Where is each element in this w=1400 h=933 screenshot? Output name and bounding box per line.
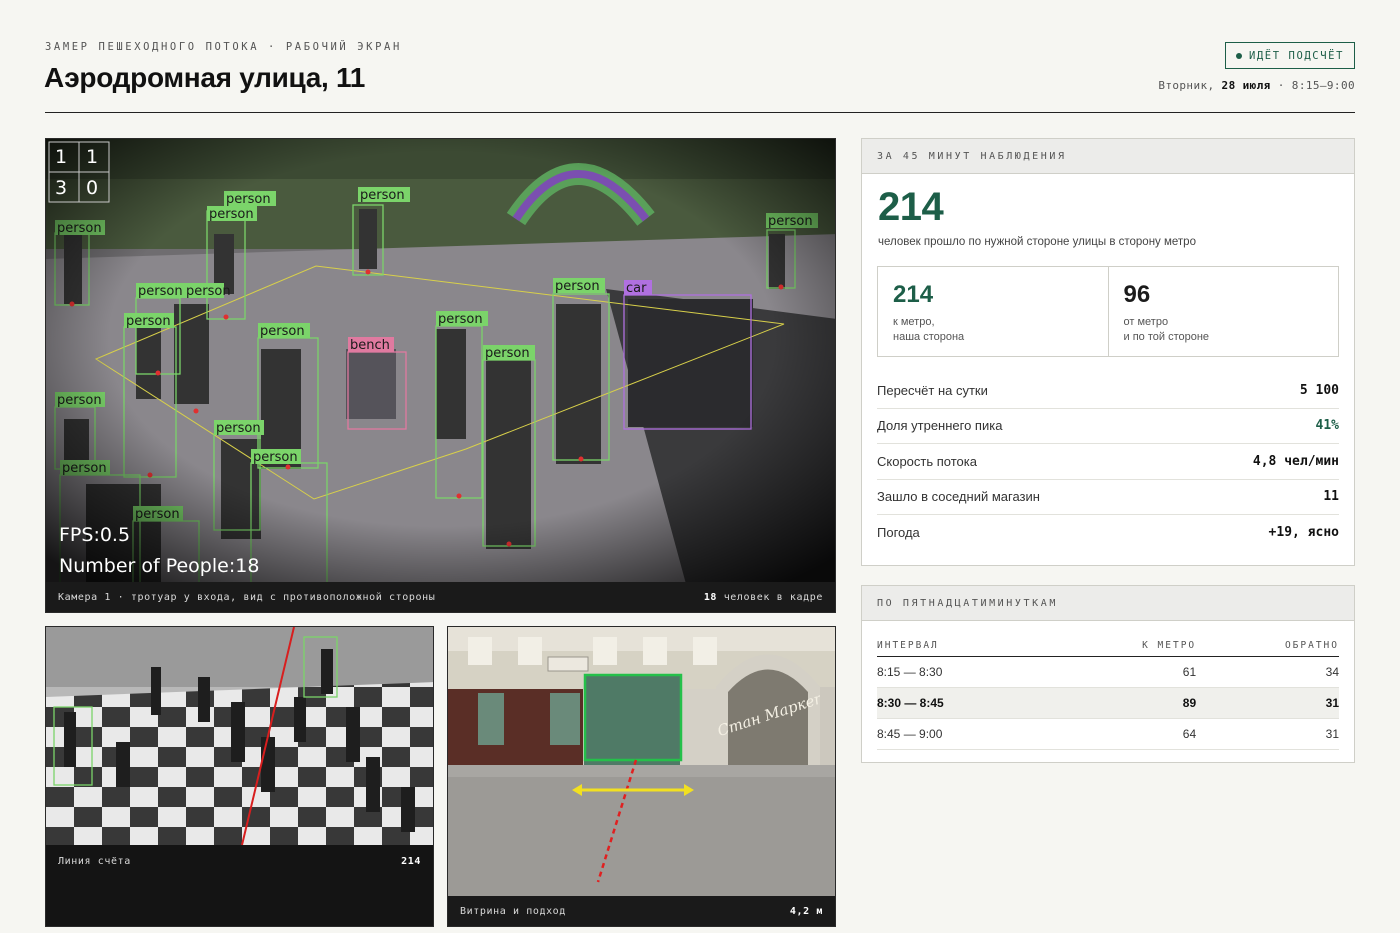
summary-panel-title: ЗА 45 МИНУТ НАБЛЮДЕНИЯ — [862, 139, 1354, 174]
camera-main-frame: person person person person person perso… — [46, 139, 835, 584]
fps-readout: FPS:0.5 — [59, 524, 130, 546]
stat-row: Доля утреннего пика 41% — [877, 409, 1339, 444]
from-metro-card: 96 от метро и по той стороне — [1107, 267, 1339, 356]
to-metro-value: 214 — [893, 281, 934, 308]
overlay-cell: 0 — [86, 177, 98, 199]
camera-line[interactable]: Линия счёта 214 — [45, 626, 434, 927]
stats-list: Пересчёт на сутки 5 100 Доля утреннего п… — [877, 373, 1339, 551]
intervals-panel: ПО ПЯТНАДЦАТИМИНУТКАМ ИНТЕРВАЛ К МЕТРО О… — [861, 585, 1355, 763]
camera-storefront-title: Витрина и подход — [460, 905, 566, 917]
interval-cell: 8:15 — 8:30 — [877, 656, 1054, 688]
table-row[interactable]: 8:15 — 8:30 61 34 — [877, 656, 1339, 688]
live-dot-icon — [1235, 52, 1242, 59]
column-header: ОБРАТНО — [1196, 636, 1339, 657]
interval-cell: 8:30 — 8:45 — [877, 687, 1054, 719]
table-row-highlighted[interactable]: 8:30 — 8:45 89 31 — [877, 687, 1339, 719]
page-kicker: ЗАМЕР ПЕШЕХОДНОГО ПОТОКА · РАБОЧИЙ ЭКРАН — [45, 41, 402, 53]
camera-line-value: 214 — [401, 855, 421, 867]
camera-main-caption: Камера 1 · тротуар у входа, вид с против… — [46, 582, 835, 612]
people-readout: Number of People:18 — [59, 555, 259, 577]
people-in-frame-suffix: человек в кадре — [723, 591, 823, 603]
camera-storefront[interactable]: Стан Маркет Витрина и подход 4,2 м — [447, 626, 836, 927]
table-header-row: ИНТЕРВАЛ К МЕТРО ОБРАТНО — [877, 636, 1339, 657]
stat-label: Скорость потока — [877, 453, 977, 469]
to-metro-cell: 64 — [1053, 718, 1197, 750]
to-metro-cell: 61 — [1053, 656, 1197, 688]
stat-value: +19, ясно — [1268, 525, 1339, 541]
stat-label: Доля утреннего пика — [877, 418, 1003, 434]
camera-storefront-value: 4,2 м — [789, 905, 823, 917]
camera-line-caption: Линия счёта 214 — [46, 846, 433, 876]
stat-row: Погода +19, ясно — [877, 515, 1339, 551]
status-badge: ИДЁТ ПОДСЧЁТ — [1224, 42, 1355, 69]
to-metro-card: 214 к метро, наша сторона — [878, 267, 1108, 356]
back-cell: 34 — [1196, 656, 1339, 688]
camera-line-title: Линия счёта — [58, 855, 131, 867]
column-header: К МЕТРО — [1053, 636, 1197, 657]
stat-label: Погода — [877, 525, 920, 541]
page-title: Аэродромная улица, 11 — [44, 62, 365, 93]
camera-main-title: Камера 1 · тротуар у входа, вид с против… — [58, 591, 436, 603]
camera-storefront-frame: Стан Маркет — [448, 627, 835, 897]
stat-value: 11 — [1323, 489, 1339, 505]
camera-line-frame — [46, 627, 433, 845]
session-day: Вторник, — [1158, 79, 1215, 92]
total-count: 214 — [878, 185, 944, 229]
interval-cell: 8:45 — 9:00 — [877, 718, 1054, 750]
camera-main-count: 18 человек в кадре — [704, 592, 823, 603]
stat-label: Зашло в соседний магазин — [877, 489, 1040, 505]
stat-label: Пересчёт на сутки — [877, 382, 988, 398]
intervals-panel-title: ПО ПЯТНАДЦАТИМИНУТКАМ — [862, 586, 1354, 621]
column-header: ИНТЕРВАЛ — [877, 636, 1054, 657]
overlay-cell: 3 — [55, 177, 67, 199]
stat-value: 4,8 чел/мин — [1252, 453, 1339, 469]
header-divider — [45, 112, 1355, 113]
direction-split: 214 к метро, наша сторона 96 от метро и … — [877, 266, 1339, 357]
from-metro-desc: от метро и по той стороне — [1123, 316, 1210, 343]
stat-row: Скорость потока 4,8 чел/мин — [877, 444, 1339, 480]
total-count-desc: человек прошло по нужной стороне улицы в… — [878, 236, 1196, 248]
camera-storefront-caption: Витрина и подход 4,2 м — [448, 896, 835, 926]
to-metro-cell: 89 — [1053, 687, 1197, 719]
session-range: · 8:15–9:00 — [1277, 79, 1355, 92]
summary-panel: ЗА 45 МИНУТ НАБЛЮДЕНИЯ 214 человек прошл… — [861, 138, 1355, 566]
stat-row: Зашло в соседний магазин 11 — [877, 480, 1339, 515]
stat-value: 41% — [1315, 418, 1339, 434]
overlay-cell: 1 — [55, 146, 67, 168]
back-cell: 31 — [1196, 687, 1339, 719]
from-metro-value: 96 — [1123, 281, 1151, 308]
to-metro-desc: к метро, наша сторона — [893, 316, 965, 343]
session-time: Вторник, 28 июля · 8:15–9:00 — [1158, 79, 1355, 92]
back-cell: 31 — [1196, 718, 1339, 750]
session-date: 28 июля — [1221, 79, 1271, 92]
overlay-cell: 1 — [86, 146, 98, 168]
camera-main[interactable]: person person person person person perso… — [45, 138, 836, 613]
stat-row: Пересчёт на сутки 5 100 — [877, 373, 1339, 409]
table-row[interactable]: 8:45 — 9:00 64 31 — [877, 718, 1339, 750]
status-badge-label: ИДЁТ ПОДСЧЁТ — [1248, 49, 1344, 62]
people-in-frame: 18 — [703, 591, 718, 603]
stat-value: 5 100 — [1299, 382, 1339, 398]
intervals-table: ИНТЕРВАЛ К МЕТРО ОБРАТНО 8:15 — 8:30 61 … — [877, 636, 1339, 750]
